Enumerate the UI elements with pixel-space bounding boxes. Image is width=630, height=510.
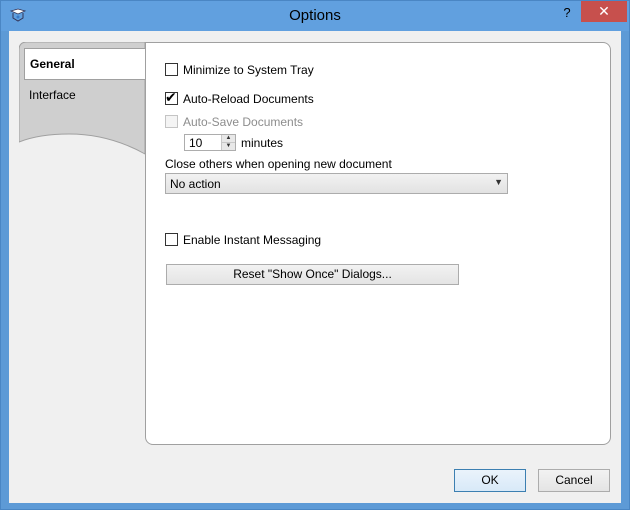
auto-save-label: Auto-Save Documents [183, 115, 304, 129]
spin-down-icon[interactable]: ▼ [222, 143, 235, 150]
close-button[interactable]: ✕ [581, 1, 627, 22]
window-title: Options [289, 7, 341, 24]
help-button[interactable]: ? [554, 3, 580, 23]
close-others-selected: No action [170, 177, 221, 191]
auto-reload-checkbox[interactable]: ✔ [165, 89, 178, 105]
title-bar[interactable]: Options ? ✕ [1, 1, 629, 31]
options-window: Options ? ✕ General Interface Minimize t… [0, 0, 630, 510]
minimize-to-tray-checkbox[interactable] [165, 63, 178, 76]
tab-interface[interactable]: Interface [24, 80, 139, 110]
reset-show-once-dialogs-button[interactable]: Reset "Show Once" Dialogs... [166, 264, 459, 285]
spinner-buttons: ▲ ▼ [221, 135, 235, 150]
dialog-body: General Interface Minimize to System Tra… [9, 31, 621, 503]
chevron-down-icon: ▼ [494, 177, 503, 187]
minimize-to-tray-label: Minimize to System Tray [183, 63, 314, 77]
close-others-label: Close others when opening new document [165, 157, 392, 171]
auto-save-checkbox[interactable] [165, 115, 178, 128]
ok-button[interactable]: OK [454, 469, 526, 492]
spin-up-icon[interactable]: ▲ [222, 135, 235, 143]
tab-general[interactable]: General [24, 48, 152, 80]
auto-save-interval-unit: minutes [241, 136, 284, 150]
auto-save-interval-value: 10 [189, 136, 203, 150]
cancel-button[interactable]: Cancel [538, 469, 610, 492]
instant-messaging-label: Enable Instant Messaging [183, 233, 322, 247]
auto-save-interval-spinner[interactable]: 10 ▲ ▼ [184, 134, 236, 151]
close-others-dropdown[interactable]: No action ▼ [165, 173, 508, 194]
checkmark-icon: ✔ [165, 89, 177, 105]
auto-reload-label: Auto-Reload Documents [183, 92, 314, 106]
general-settings-panel: Minimize to System Tray ✔ Auto-Reload Do… [145, 42, 611, 445]
instant-messaging-checkbox[interactable] [165, 233, 178, 246]
